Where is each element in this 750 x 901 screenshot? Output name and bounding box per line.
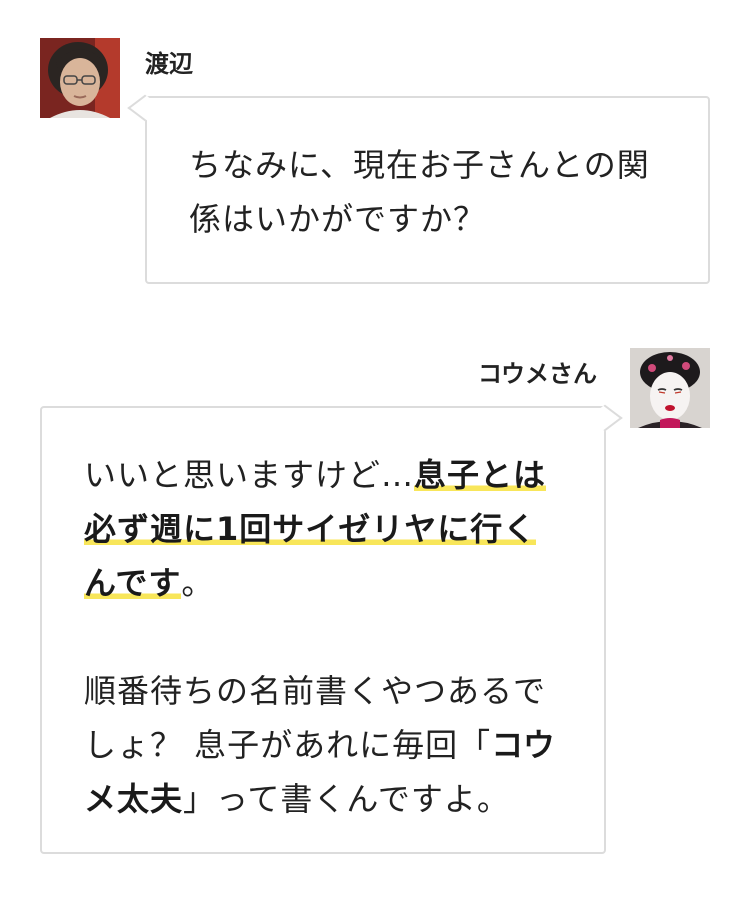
message-paragraph-1: いいと思いますけど…息子とは必ず週に1回サイゼリヤに行くんです。 (84, 448, 564, 610)
text-segment: 順番待ちの名前書くやつあるでしょ？ 息子があれに毎回「 (84, 672, 547, 764)
avatar-koume (630, 348, 710, 428)
text-segment: 。 (181, 564, 215, 602)
message-bubble-watanabe: ちなみに、現在お子さんとの関係はいかがですか？ (145, 96, 710, 284)
speaker-name-koume: コウメさん (478, 360, 598, 388)
text-segment: いいと思いますけど… (84, 456, 415, 494)
message-body-koume: いいと思いますけど…息子とは必ず週に1回サイゼリヤに行くんです。 順番待ちの名前… (84, 448, 564, 826)
text-segment: 」って書くんですよ。 (183, 780, 510, 818)
message-text-watanabe: ちなみに、現在お子さんとの関係はいかがですか？ (189, 146, 650, 238)
message-bubble-koume: いいと思いますけど…息子とは必ず週に1回サイゼリヤに行くんです。 順番待ちの名前… (40, 406, 606, 854)
avatar-watanabe (40, 38, 120, 118)
speaker-name-watanabe: 渡辺 (145, 50, 193, 78)
white-makeup-avatar-icon (630, 348, 710, 428)
message-paragraph-2: 順番待ちの名前書くやつあるでしょ？ 息子があれに毎回「コウメ太夫」って書くんです… (84, 664, 564, 826)
person-glasses-avatar-icon (40, 38, 120, 118)
